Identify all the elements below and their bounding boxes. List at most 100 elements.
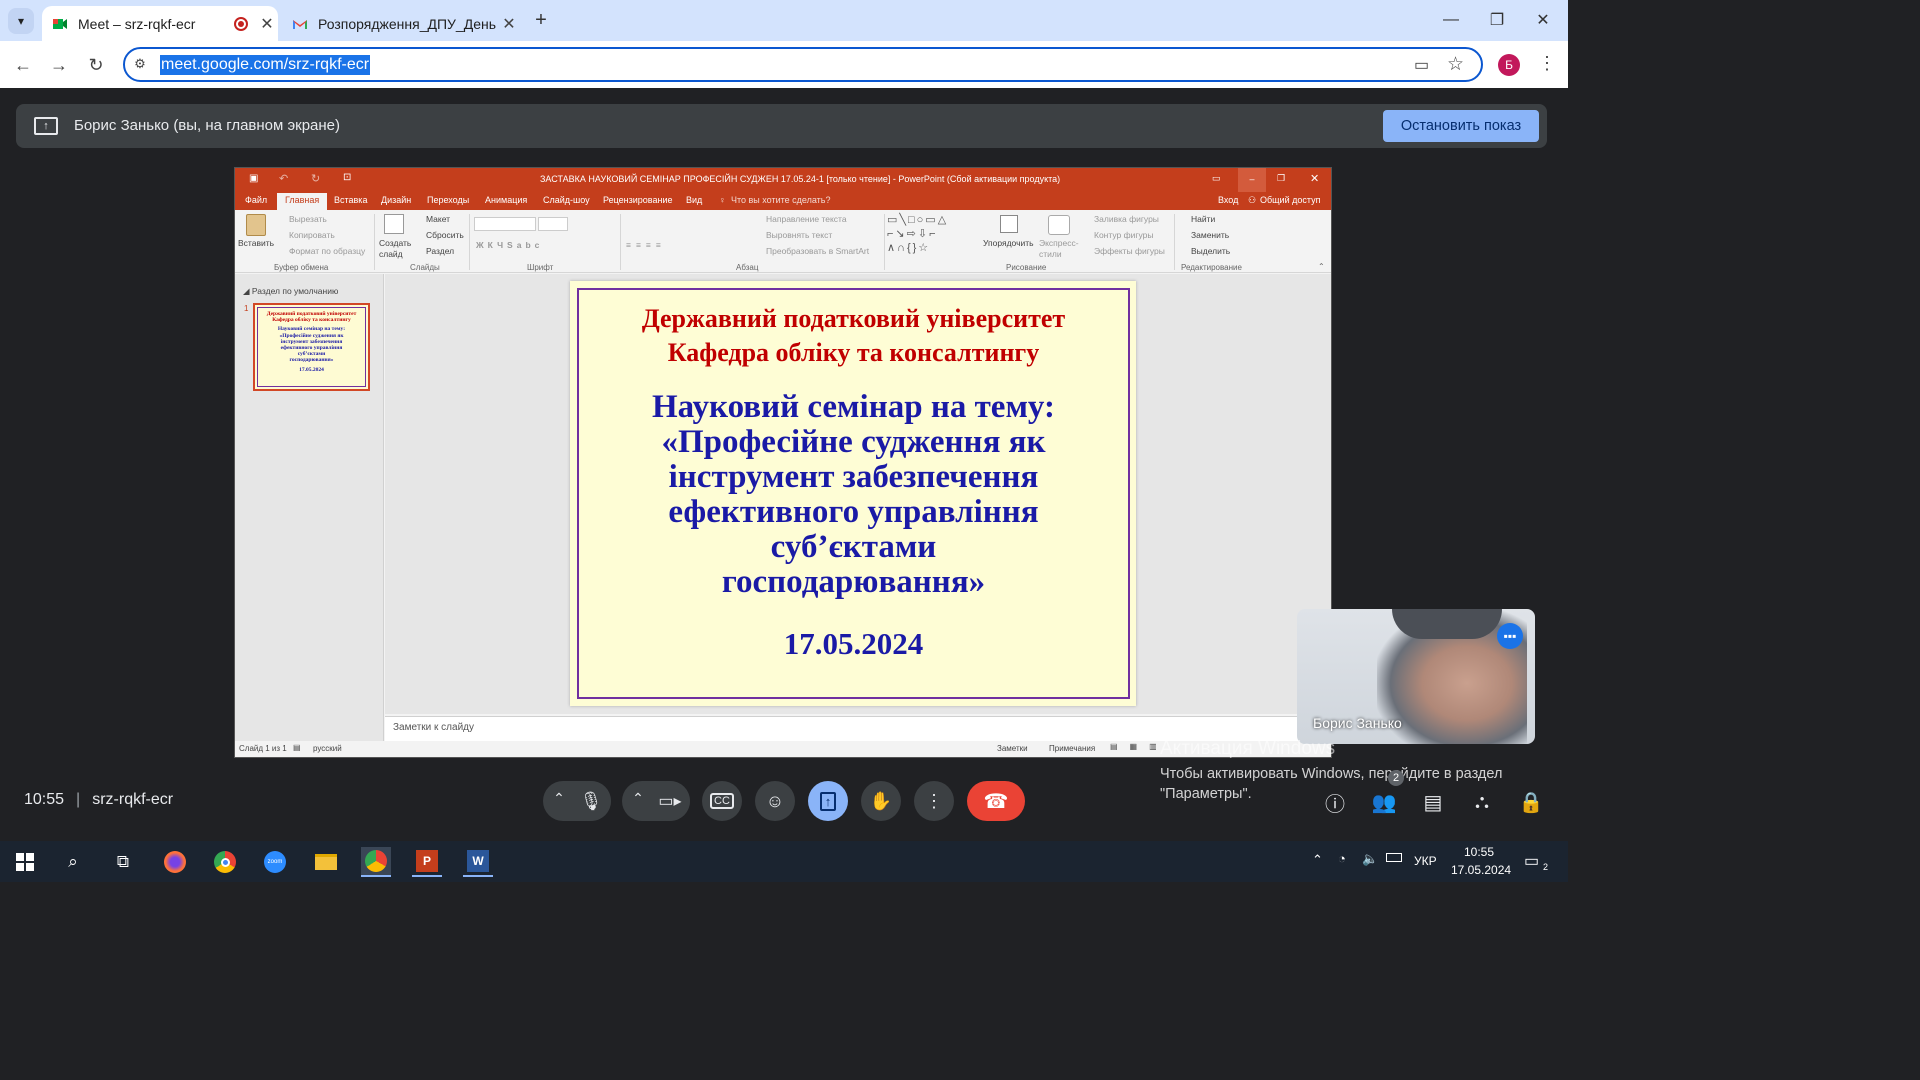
network-icon[interactable]: ◔ xyxy=(1338,851,1346,866)
ppt-tab-slideshow: Слайд-шоу xyxy=(543,195,590,205)
browser-menu-icon[interactable]: ⋮ xyxy=(1538,53,1556,75)
activities-icon[interactable]: ⛬ xyxy=(1468,788,1496,816)
reload-icon[interactable]: ↻ xyxy=(84,53,108,77)
ppt-close-icon: ✕ xyxy=(1310,173,1320,185)
new-slide-label: Создать слайд xyxy=(379,238,412,259)
undo-icon: ↶ xyxy=(279,173,289,185)
format-painter-label: Формат по образцу xyxy=(289,246,366,256)
stop-presenting-button[interactable]: Остановить показ xyxy=(1383,110,1539,142)
notes-placeholder: Заметки к слайду xyxy=(393,722,474,733)
ppt-share: Общий доступ xyxy=(1260,195,1321,205)
thumb-date: 17.05.2024 xyxy=(299,366,324,373)
ppt-tab-home: Главная xyxy=(277,193,328,210)
reset-label: Сбросить xyxy=(426,230,464,240)
shape-fill-label: Заливка фигуры xyxy=(1094,214,1159,224)
notifications-icon[interactable]: ▭ xyxy=(1524,851,1539,871)
lightbulb-icon: ♀ xyxy=(719,195,726,205)
present-screen-icon: ↑ xyxy=(819,791,837,811)
close-window-icon[interactable]: ✕ xyxy=(1520,0,1566,40)
host-controls-icon[interactable]: 🔒 xyxy=(1517,788,1545,816)
close-tab-icon[interactable]: ✕ xyxy=(498,14,520,34)
spellcheck-icon: ▤ xyxy=(293,743,301,752)
paragraph-group-label: Абзац xyxy=(736,263,759,272)
audio-options-chevron-icon[interactable]: ⌃ xyxy=(550,790,568,810)
file-explorer-icon[interactable] xyxy=(311,847,341,877)
taskbar-date[interactable]: 17.05.2024 xyxy=(1451,863,1511,877)
new-tab-icon[interactable]: + xyxy=(530,9,552,31)
taskbar-time[interactable]: 10:55 xyxy=(1464,845,1494,859)
bookmark-star-icon[interactable]: ☆ xyxy=(1447,53,1469,75)
chat-icon[interactable]: ▤ xyxy=(1419,788,1447,816)
ribbon-divider xyxy=(620,214,621,270)
firefox-icon[interactable] xyxy=(160,847,190,877)
captions-button[interactable]: CC xyxy=(702,781,742,821)
cut-label: Вырезать xyxy=(289,214,327,224)
gmail-icon xyxy=(292,16,308,32)
arrange-label: Упорядочить xyxy=(983,238,1034,248)
more-options-button[interactable]: ⋮ xyxy=(914,781,954,821)
speaking-indicator-icon: ▪▪▪ xyxy=(1497,623,1523,649)
input-language[interactable]: УКР xyxy=(1414,854,1437,868)
forward-arrow-icon[interactable]: → xyxy=(47,53,71,77)
slide-line2: Кафедра обліку та консалтингу xyxy=(667,338,1040,367)
smartart-label: Преобразовать в SmartArt xyxy=(766,246,870,256)
section-header: ◢ Раздел по умолчанию xyxy=(243,286,339,296)
zoom-icon[interactable]: zoom xyxy=(260,847,290,877)
editing-group-label: Редактирование xyxy=(1181,263,1242,272)
tray-chevron-icon[interactable]: ⌃ xyxy=(1312,852,1323,868)
slide-line4: «Професійне судження як xyxy=(661,424,1046,460)
slide-counter: Слайд 1 из 1 xyxy=(239,744,287,753)
close-tab-icon[interactable]: ✕ xyxy=(256,14,278,34)
arrange-icon xyxy=(1000,215,1018,233)
section-label: Раздел xyxy=(426,246,455,256)
people-count-badge: 2 xyxy=(1388,770,1404,786)
video-options-chevron-icon[interactable]: ⌃ xyxy=(629,790,647,810)
ppt-tell-me: Что вы хотите сделать? xyxy=(731,195,831,205)
leave-call-button[interactable]: ☎ xyxy=(967,781,1025,821)
url-text[interactable]: meet.google.com/srz-rqkf-ecr xyxy=(160,55,371,75)
camera-icon: ▭▸ xyxy=(658,793,682,810)
minimize-window-icon[interactable]: — xyxy=(1428,0,1474,40)
raise-hand-button[interactable]: ✋ xyxy=(861,781,901,821)
self-view-tile: ▪▪▪ Борис Занько xyxy=(1297,609,1535,744)
recording-icon xyxy=(234,16,248,31)
volume-icon[interactable]: 🔈 xyxy=(1362,851,1378,867)
tab-gmail[interactable]: Розпорядження_ДПУ_День ви ✕ xyxy=(282,6,520,41)
new-slide-icon xyxy=(384,214,404,234)
tab-title: Розпорядження_ДПУ_День ви xyxy=(318,15,498,32)
people-icon[interactable]: 👥 xyxy=(1370,788,1398,816)
word-icon[interactable]: W xyxy=(463,847,493,877)
site-settings-icon[interactable]: ⚙ xyxy=(131,56,149,74)
slide-date: 17.05.2024 xyxy=(783,626,924,661)
camera-button[interactable]: ▭▸ xyxy=(650,781,690,821)
presenting-label: Борис Занько (вы, на главном экране) xyxy=(74,117,341,134)
paste-icon xyxy=(246,214,266,236)
tab-meet[interactable]: Meet – srz-rqkf-ecr ✕ xyxy=(42,6,278,41)
font-name-box xyxy=(474,217,536,231)
ppt-minimize-icon: – xyxy=(1238,168,1266,192)
microphone-button[interactable]: 🎙 xyxy=(571,781,611,821)
camera-in-use-icon[interactable]: ▭ xyxy=(1414,55,1436,75)
search-icon[interactable]: ⌕ xyxy=(58,847,88,877)
present-button[interactable]: ↑ xyxy=(808,781,848,821)
save-icon: ▣ xyxy=(249,173,259,184)
reactions-button[interactable]: ☺ xyxy=(755,781,795,821)
profile-avatar[interactable]: Б xyxy=(1498,54,1520,76)
windows-start-icon[interactable] xyxy=(10,847,40,877)
hand-icon: ✋ xyxy=(869,790,893,811)
back-arrow-icon[interactable]: ← xyxy=(11,53,35,77)
copy-label: Копировать xyxy=(289,230,335,240)
meeting-info-icon[interactable]: ⓘ xyxy=(1321,788,1349,816)
paragraph-icons: ≡≡≡≡ xyxy=(626,240,666,250)
person-icon: ⚇ xyxy=(1248,195,1257,205)
chrome-profile-icon[interactable] xyxy=(361,847,391,877)
ppt-tab-review: Рецензирование xyxy=(603,195,673,205)
slide-line5: інструмент забезпечення xyxy=(668,459,1039,495)
status-notes: Заметки xyxy=(997,744,1028,753)
tab-search-button[interactable]: ▾ xyxy=(8,8,34,34)
task-view-icon[interactable]: ⧉ xyxy=(108,847,138,877)
battery-icon[interactable] xyxy=(1386,853,1402,862)
powerpoint-icon[interactable]: P xyxy=(412,847,442,877)
restore-window-icon[interactable]: ❐ xyxy=(1474,0,1520,40)
chrome-icon[interactable] xyxy=(210,847,240,877)
